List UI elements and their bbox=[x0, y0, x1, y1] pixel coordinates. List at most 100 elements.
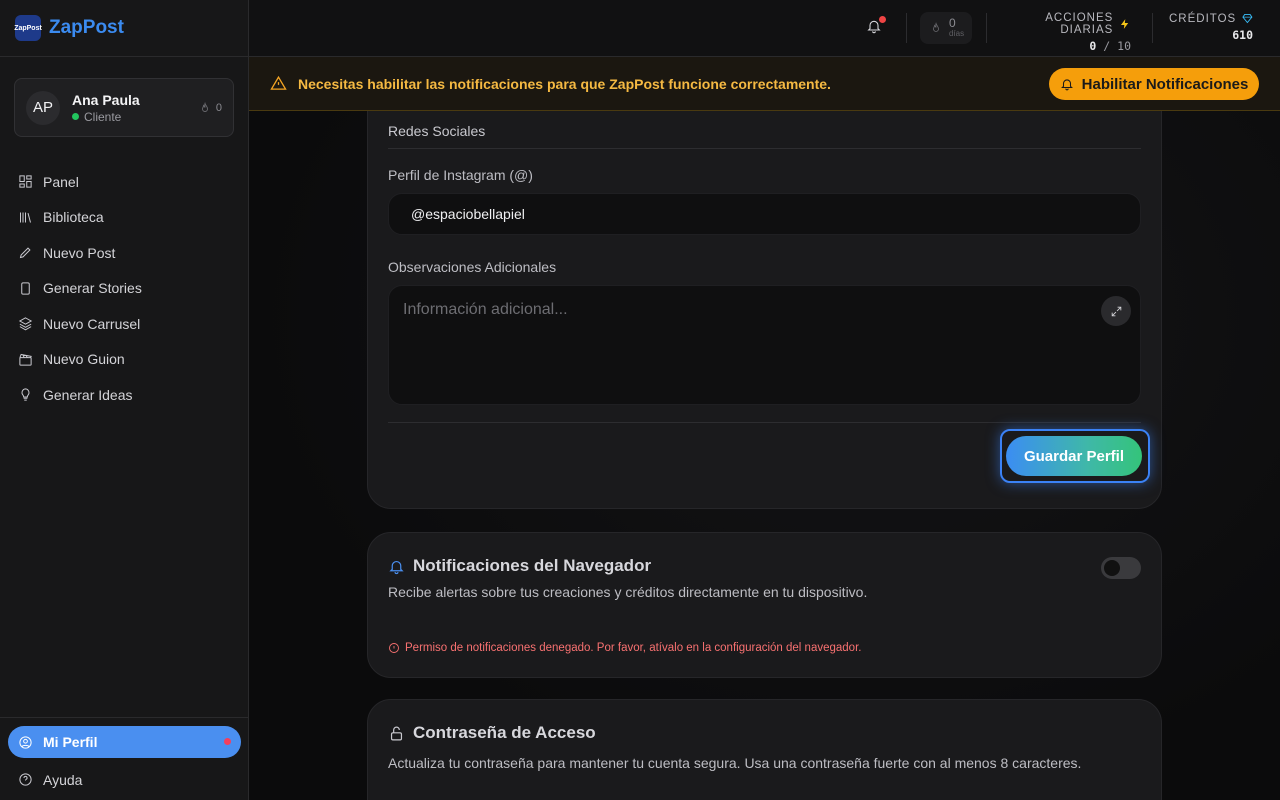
password-card-title: Contraseña de Acceso bbox=[413, 723, 596, 742]
nav-item-label: Generar Stories bbox=[43, 280, 142, 297]
notification-dot bbox=[879, 16, 886, 23]
nav-item-nuevo-guion[interactable]: Nuevo Guion bbox=[0, 342, 249, 378]
flame-icon bbox=[201, 101, 208, 112]
nav-item-label: Panel bbox=[43, 173, 79, 190]
bell-icon bbox=[1060, 79, 1073, 91]
divider bbox=[388, 148, 1141, 149]
lightning-icon bbox=[1121, 19, 1129, 29]
nav-item-label: Nuevo Carrusel bbox=[43, 315, 141, 332]
diamond-icon bbox=[1242, 14, 1253, 24]
main-nav: Panel Biblioteca Nuevo Post Generar Stor… bbox=[0, 164, 249, 413]
divider bbox=[388, 422, 1141, 423]
user-role: Cliente bbox=[72, 110, 199, 124]
password-card: Contraseña de Acceso Actualiza tu contra… bbox=[367, 699, 1162, 800]
nav-item-label: Generar Ideas bbox=[43, 386, 133, 403]
permission-error: Permiso de notificaciones denegado. Por … bbox=[388, 642, 861, 654]
nav-item-label: Ayuda bbox=[43, 771, 83, 788]
streak-counter[interactable]: 0 días bbox=[920, 12, 972, 44]
notifications-card-description: Recibe alertas sobre tus creaciones y cr… bbox=[388, 584, 868, 600]
brand-name: ZapPost bbox=[49, 17, 124, 38]
daily-actions-max: 10 bbox=[1117, 39, 1131, 53]
expand-textarea-button[interactable] bbox=[1101, 296, 1131, 326]
notification-warning-banner: Necesitas habilitar las notificaciones p… bbox=[249, 57, 1280, 111]
pencil-icon bbox=[19, 247, 31, 259]
lock-icon bbox=[390, 726, 403, 740]
nav-item-biblioteca[interactable]: Biblioteca bbox=[0, 200, 249, 236]
daily-actions-value: 0 / 10 bbox=[1001, 39, 1131, 53]
password-card-description: Actualiza tu contraseña para mantener tu… bbox=[388, 755, 1082, 771]
nav-item-ayuda[interactable]: Ayuda bbox=[0, 762, 249, 798]
zappost-logo-icon: ZapPost bbox=[14, 15, 42, 41]
streak-text: 0 días bbox=[949, 16, 965, 38]
warning-triangle-icon bbox=[270, 75, 287, 90]
notifications-bell[interactable] bbox=[866, 16, 886, 38]
streak-value: 0 bbox=[949, 16, 956, 30]
profile-card: Redes Sociales Perfil de Instagram (@) O… bbox=[367, 111, 1162, 509]
nav-item-generar-ideas[interactable]: Generar Ideas bbox=[0, 377, 249, 413]
instagram-label: Perfil de Instagram (@) bbox=[388, 167, 533, 183]
flame-icon bbox=[933, 22, 939, 32]
online-status-dot bbox=[72, 113, 79, 120]
daily-actions-label-row: ACCIONES DIARIAS bbox=[1001, 12, 1131, 36]
credits-label-row: CRÉDITOS bbox=[1169, 12, 1253, 25]
topbar: 0 días ACCIONES DIARIAS 0 / 10 CRÉDITOS … bbox=[249, 0, 1280, 57]
notifications-card-header: Notificaciones del Navegador bbox=[388, 556, 651, 576]
sidebar: ZapPost ZapPost AP Ana Paula Cliente 0 P… bbox=[0, 0, 249, 800]
user-streak: 0 bbox=[199, 101, 222, 114]
grid-icon bbox=[19, 175, 32, 188]
phone-icon bbox=[21, 282, 30, 295]
nav-item-label: Mi Perfil bbox=[43, 734, 98, 750]
user-info: Ana Paula Cliente bbox=[72, 92, 199, 124]
alert-circle-icon bbox=[389, 643, 399, 653]
main-content: Redes Sociales Perfil de Instagram (@) O… bbox=[249, 111, 1280, 800]
enable-notifications-label: Habilitar Notificaciones bbox=[1081, 75, 1249, 93]
user-name: Ana Paula bbox=[72, 91, 140, 108]
permission-error-text: Permiso de notificaciones denegado. Por … bbox=[405, 642, 862, 654]
nav-item-label: Biblioteca bbox=[43, 209, 104, 226]
nav-item-generar-stories[interactable]: Generar Stories bbox=[0, 271, 249, 307]
brand[interactable]: ZapPost ZapPost bbox=[0, 0, 248, 57]
help-circle-icon bbox=[19, 773, 32, 786]
clapperboard-icon bbox=[19, 353, 32, 366]
notes-label: Observaciones Adicionales bbox=[388, 259, 557, 275]
browser-notifications-card: Notificaciones del Navegador Recibe aler… bbox=[367, 532, 1162, 678]
toggle-knob bbox=[1104, 560, 1120, 576]
save-profile-button[interactable]: Guardar Perfil bbox=[1006, 436, 1142, 476]
credits-value: 610 bbox=[1232, 28, 1253, 42]
credits-label: CRÉDITOS bbox=[1169, 12, 1237, 25]
daily-actions-sep: / bbox=[1103, 39, 1111, 53]
divider bbox=[906, 13, 907, 43]
library-icon bbox=[20, 212, 31, 223]
user-circle-icon bbox=[19, 735, 32, 749]
daily-actions-label: ACCIONES DIARIAS bbox=[1045, 12, 1114, 36]
nav-item-label: Nuevo Post bbox=[43, 244, 116, 261]
expand-icon bbox=[1111, 306, 1121, 316]
lightbulb-icon bbox=[21, 388, 30, 401]
social-section-title: Redes Sociales bbox=[388, 123, 486, 139]
daily-actions-used: 0 bbox=[1089, 39, 1097, 53]
nav-item-panel[interactable]: Panel bbox=[0, 164, 249, 200]
sidebar-bottom: Mi Perfil Ayuda bbox=[0, 717, 249, 798]
nav-item-mi-perfil[interactable]: Mi Perfil bbox=[8, 726, 241, 758]
user-card[interactable]: AP Ana Paula Cliente 0 bbox=[14, 78, 234, 137]
instagram-input[interactable] bbox=[388, 193, 1141, 235]
notes-textarea[interactable] bbox=[388, 285, 1141, 405]
layers-icon bbox=[18, 317, 33, 331]
divider bbox=[986, 13, 987, 43]
user-role-label: Cliente bbox=[84, 109, 122, 124]
bell-icon bbox=[389, 560, 404, 574]
password-card-header: Contraseña de Acceso bbox=[388, 723, 596, 743]
profile-alert-dot bbox=[224, 738, 231, 745]
enable-notifications-button[interactable]: Habilitar Notificaciones bbox=[1049, 68, 1259, 100]
credits: CRÉDITOS 610 bbox=[1169, 12, 1253, 43]
avatar: AP bbox=[26, 90, 60, 125]
notifications-toggle[interactable] bbox=[1101, 557, 1141, 579]
user-streak-count: 0 bbox=[215, 101, 222, 114]
divider bbox=[1152, 13, 1153, 43]
daily-actions: ACCIONES DIARIAS 0 / 10 bbox=[1001, 12, 1131, 53]
notifications-card-title: Notificaciones del Navegador bbox=[413, 556, 652, 575]
streak-unit: días bbox=[949, 29, 965, 38]
nav-item-nuevo-carrusel[interactable]: Nuevo Carrusel bbox=[0, 306, 249, 342]
banner-message: Necesitas habilitar las notificaciones p… bbox=[298, 75, 831, 92]
nav-item-nuevo-post[interactable]: Nuevo Post bbox=[0, 235, 249, 271]
